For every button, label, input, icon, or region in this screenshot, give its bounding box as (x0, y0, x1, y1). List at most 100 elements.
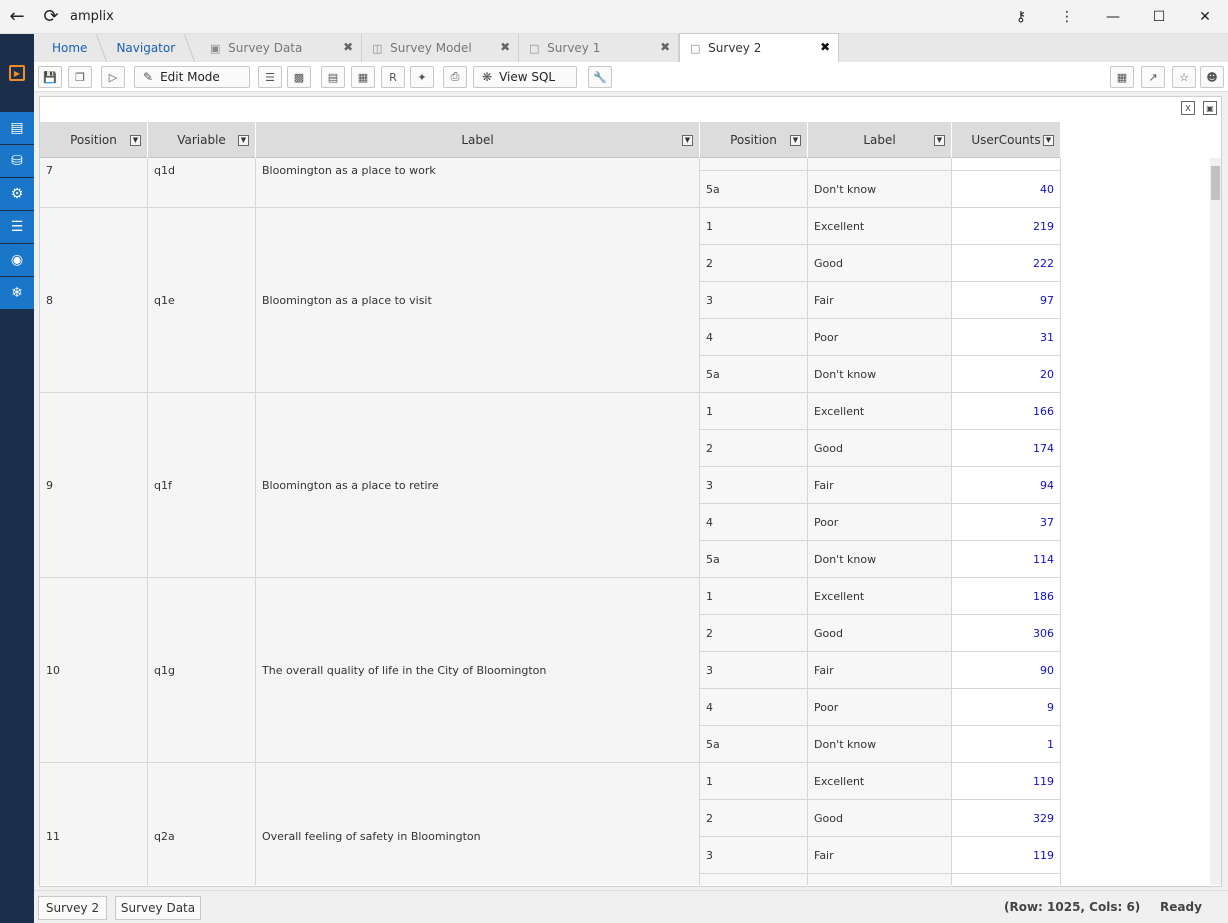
table-cell-usercount[interactable]: 40 (952, 171, 1061, 208)
table-cell-option-position[interactable]: 4 (700, 319, 808, 356)
vertical-scrollbar[interactable] (1210, 158, 1221, 885)
back-arrow-icon[interactable]: ← (0, 0, 34, 34)
header-position[interactable]: Position ▼ (40, 122, 148, 158)
filter-icon[interactable]: ▼ (130, 135, 141, 146)
table-cell-variable[interactable]: q2a (148, 763, 256, 885)
table-cell-position[interactable]: 9 (40, 393, 148, 578)
tab-survey-2[interactable]: □ Survey 2 ✖ (679, 33, 840, 62)
tab-survey-1[interactable]: □ Survey 1 ✖ (519, 34, 680, 62)
table-cell-usercount[interactable]: 1 (952, 726, 1061, 763)
table-cell-usercount[interactable]: 222 (952, 245, 1061, 282)
key-icon[interactable]: ⚷ (998, 0, 1044, 34)
table-cell-option-position[interactable]: 4 (700, 689, 808, 726)
table-cell-position[interactable]: 11 (40, 763, 148, 885)
table-cell-option-position[interactable]: 5a (700, 356, 808, 393)
table-cell-variable[interactable]: q1e (148, 208, 256, 393)
filter-icon[interactable]: ▼ (1043, 135, 1054, 146)
table-cell-usercount[interactable] (952, 158, 1061, 171)
table-cell-label[interactable]: The overall quality of life in the City … (256, 578, 700, 763)
bar-chart-icon[interactable]: ▩ (287, 66, 311, 88)
table-cell-option-position[interactable]: 2 (700, 430, 808, 467)
table-cell-option-position[interactable]: 3 (700, 837, 808, 874)
header-variable[interactable]: Variable ▼ (148, 122, 256, 158)
sidebar-eye-icon[interactable]: ◉ (0, 244, 34, 277)
copy-icon[interactable]: ❐ (68, 66, 92, 88)
bottom-tab-survey-data[interactable]: Survey Data (115, 896, 201, 920)
table-cell-option-position[interactable] (700, 874, 808, 885)
filter-icon[interactable]: ▼ (238, 135, 249, 146)
save-icon[interactable]: 💾 (38, 66, 62, 88)
header-label-2[interactable]: Label ▼ (808, 122, 952, 158)
table-cell-option-label[interactable]: Don't know (808, 726, 952, 763)
table-cell-variable[interactable]: q1g (148, 578, 256, 763)
sidebar-map-icon[interactable]: ☰ (0, 211, 34, 244)
table-cell-option-position[interactable]: 1 (700, 393, 808, 430)
table-view-icon[interactable]: ▦ (351, 66, 375, 88)
sidebar-snowflake-icon[interactable]: ❄ (0, 277, 34, 310)
table-cell-option-label[interactable]: Excellent (808, 393, 952, 430)
python-icon[interactable]: ✦ (410, 66, 434, 88)
refresh-icon[interactable]: ⟳ (34, 0, 68, 34)
minimize-button[interactable]: — (1090, 0, 1136, 34)
table-cell-usercount[interactable]: 119 (952, 763, 1061, 800)
table-cell-usercount[interactable]: 119 (952, 837, 1061, 874)
table-cell-option-position[interactable]: 5a (700, 541, 808, 578)
maximize-panel-icon[interactable]: ▣ (1203, 101, 1217, 115)
table-cell-option-label[interactable]: Good (808, 245, 952, 282)
table-cell-usercount[interactable]: 306 (952, 615, 1061, 652)
close-icon[interactable]: ✖ (500, 40, 510, 54)
table-cell-usercount[interactable]: 114 (952, 541, 1061, 578)
table-cell-usercount[interactable]: 9 (952, 689, 1061, 726)
close-icon[interactable]: ✖ (660, 40, 670, 54)
filter-icon[interactable]: ▼ (934, 135, 945, 146)
table-cell-option-label[interactable]: Poor (808, 319, 952, 356)
table-cell-option-position[interactable]: 1 (700, 208, 808, 245)
table-cell-option-label[interactable]: Fair (808, 837, 952, 874)
bottom-tab-survey-2[interactable]: Survey 2 (38, 896, 107, 920)
card-icon[interactable]: ▤ (321, 66, 345, 88)
table-cell-option-label[interactable]: Fair (808, 652, 952, 689)
table-cell-usercount[interactable]: 94 (952, 467, 1061, 504)
table-cell-position[interactable]: 8 (40, 208, 148, 393)
header-position-2[interactable]: Position ▼ (700, 122, 808, 158)
table-cell-option-label[interactable]: Fair (808, 282, 952, 319)
table-cell-position[interactable]: 10 (40, 578, 148, 763)
edit-mode-button[interactable]: ✎ Edit Mode (134, 66, 250, 88)
close-window-button[interactable]: ✕ (1182, 0, 1228, 34)
table-cell-option-label[interactable]: Excellent (808, 208, 952, 245)
table-cell-option-position[interactable]: 5a (700, 171, 808, 208)
breadcrumb-home[interactable]: Home (34, 34, 101, 62)
table-cell-label[interactable]: Bloomington as a place to visit (256, 208, 700, 393)
header-usercounts[interactable]: UserCounts ▼ (952, 122, 1061, 158)
user-icon[interactable]: ☻ (1200, 66, 1224, 88)
more-vertical-icon[interactable]: ⋮ (1044, 0, 1090, 34)
table-cell-option-label[interactable]: Good (808, 430, 952, 467)
star-icon[interactable]: ☆ (1172, 66, 1196, 88)
table-cell-option-label[interactable]: Poor (808, 689, 952, 726)
close-icon[interactable]: ✖ (343, 40, 353, 54)
table-cell-usercount[interactable]: 31 (952, 319, 1061, 356)
tab-survey-data[interactable]: ▣ Survey Data ✖ (200, 34, 363, 62)
table-cell-option-label[interactable]: Don't know (808, 541, 952, 578)
table-cell-usercount[interactable]: 20 (952, 356, 1061, 393)
table-cell-usercount[interactable]: 186 (952, 578, 1061, 615)
table-cell-option-label[interactable]: Poor (808, 504, 952, 541)
table-cell-usercount[interactable]: 97 (952, 282, 1061, 319)
calendar-icon[interactable]: ▦ (1110, 66, 1134, 88)
r-language-icon[interactable]: R (381, 66, 405, 88)
table-cell-option-position[interactable]: 2 (700, 800, 808, 837)
run-icon[interactable]: ▷ (101, 66, 125, 88)
app-logo[interactable]: ▶ (0, 34, 34, 112)
breadcrumb-navigator[interactable]: Navigator (102, 34, 189, 62)
table-cell-option-position[interactable]: 5a (700, 726, 808, 763)
table-cell-option-position[interactable]: 2 (700, 615, 808, 652)
table-cell-option-label[interactable]: Good (808, 800, 952, 837)
table-cell-usercount[interactable]: 174 (952, 430, 1061, 467)
table-cell-option-label[interactable]: Fair (808, 467, 952, 504)
table-cell-usercount[interactable] (952, 874, 1061, 885)
table-cell-option-position[interactable] (700, 158, 808, 171)
sidebar-settings-icon[interactable]: ⚙ (0, 178, 34, 211)
table-cell-usercount[interactable]: 90 (952, 652, 1061, 689)
table-cell-option-position[interactable]: 1 (700, 578, 808, 615)
filter-icon[interactable]: ▼ (790, 135, 801, 146)
